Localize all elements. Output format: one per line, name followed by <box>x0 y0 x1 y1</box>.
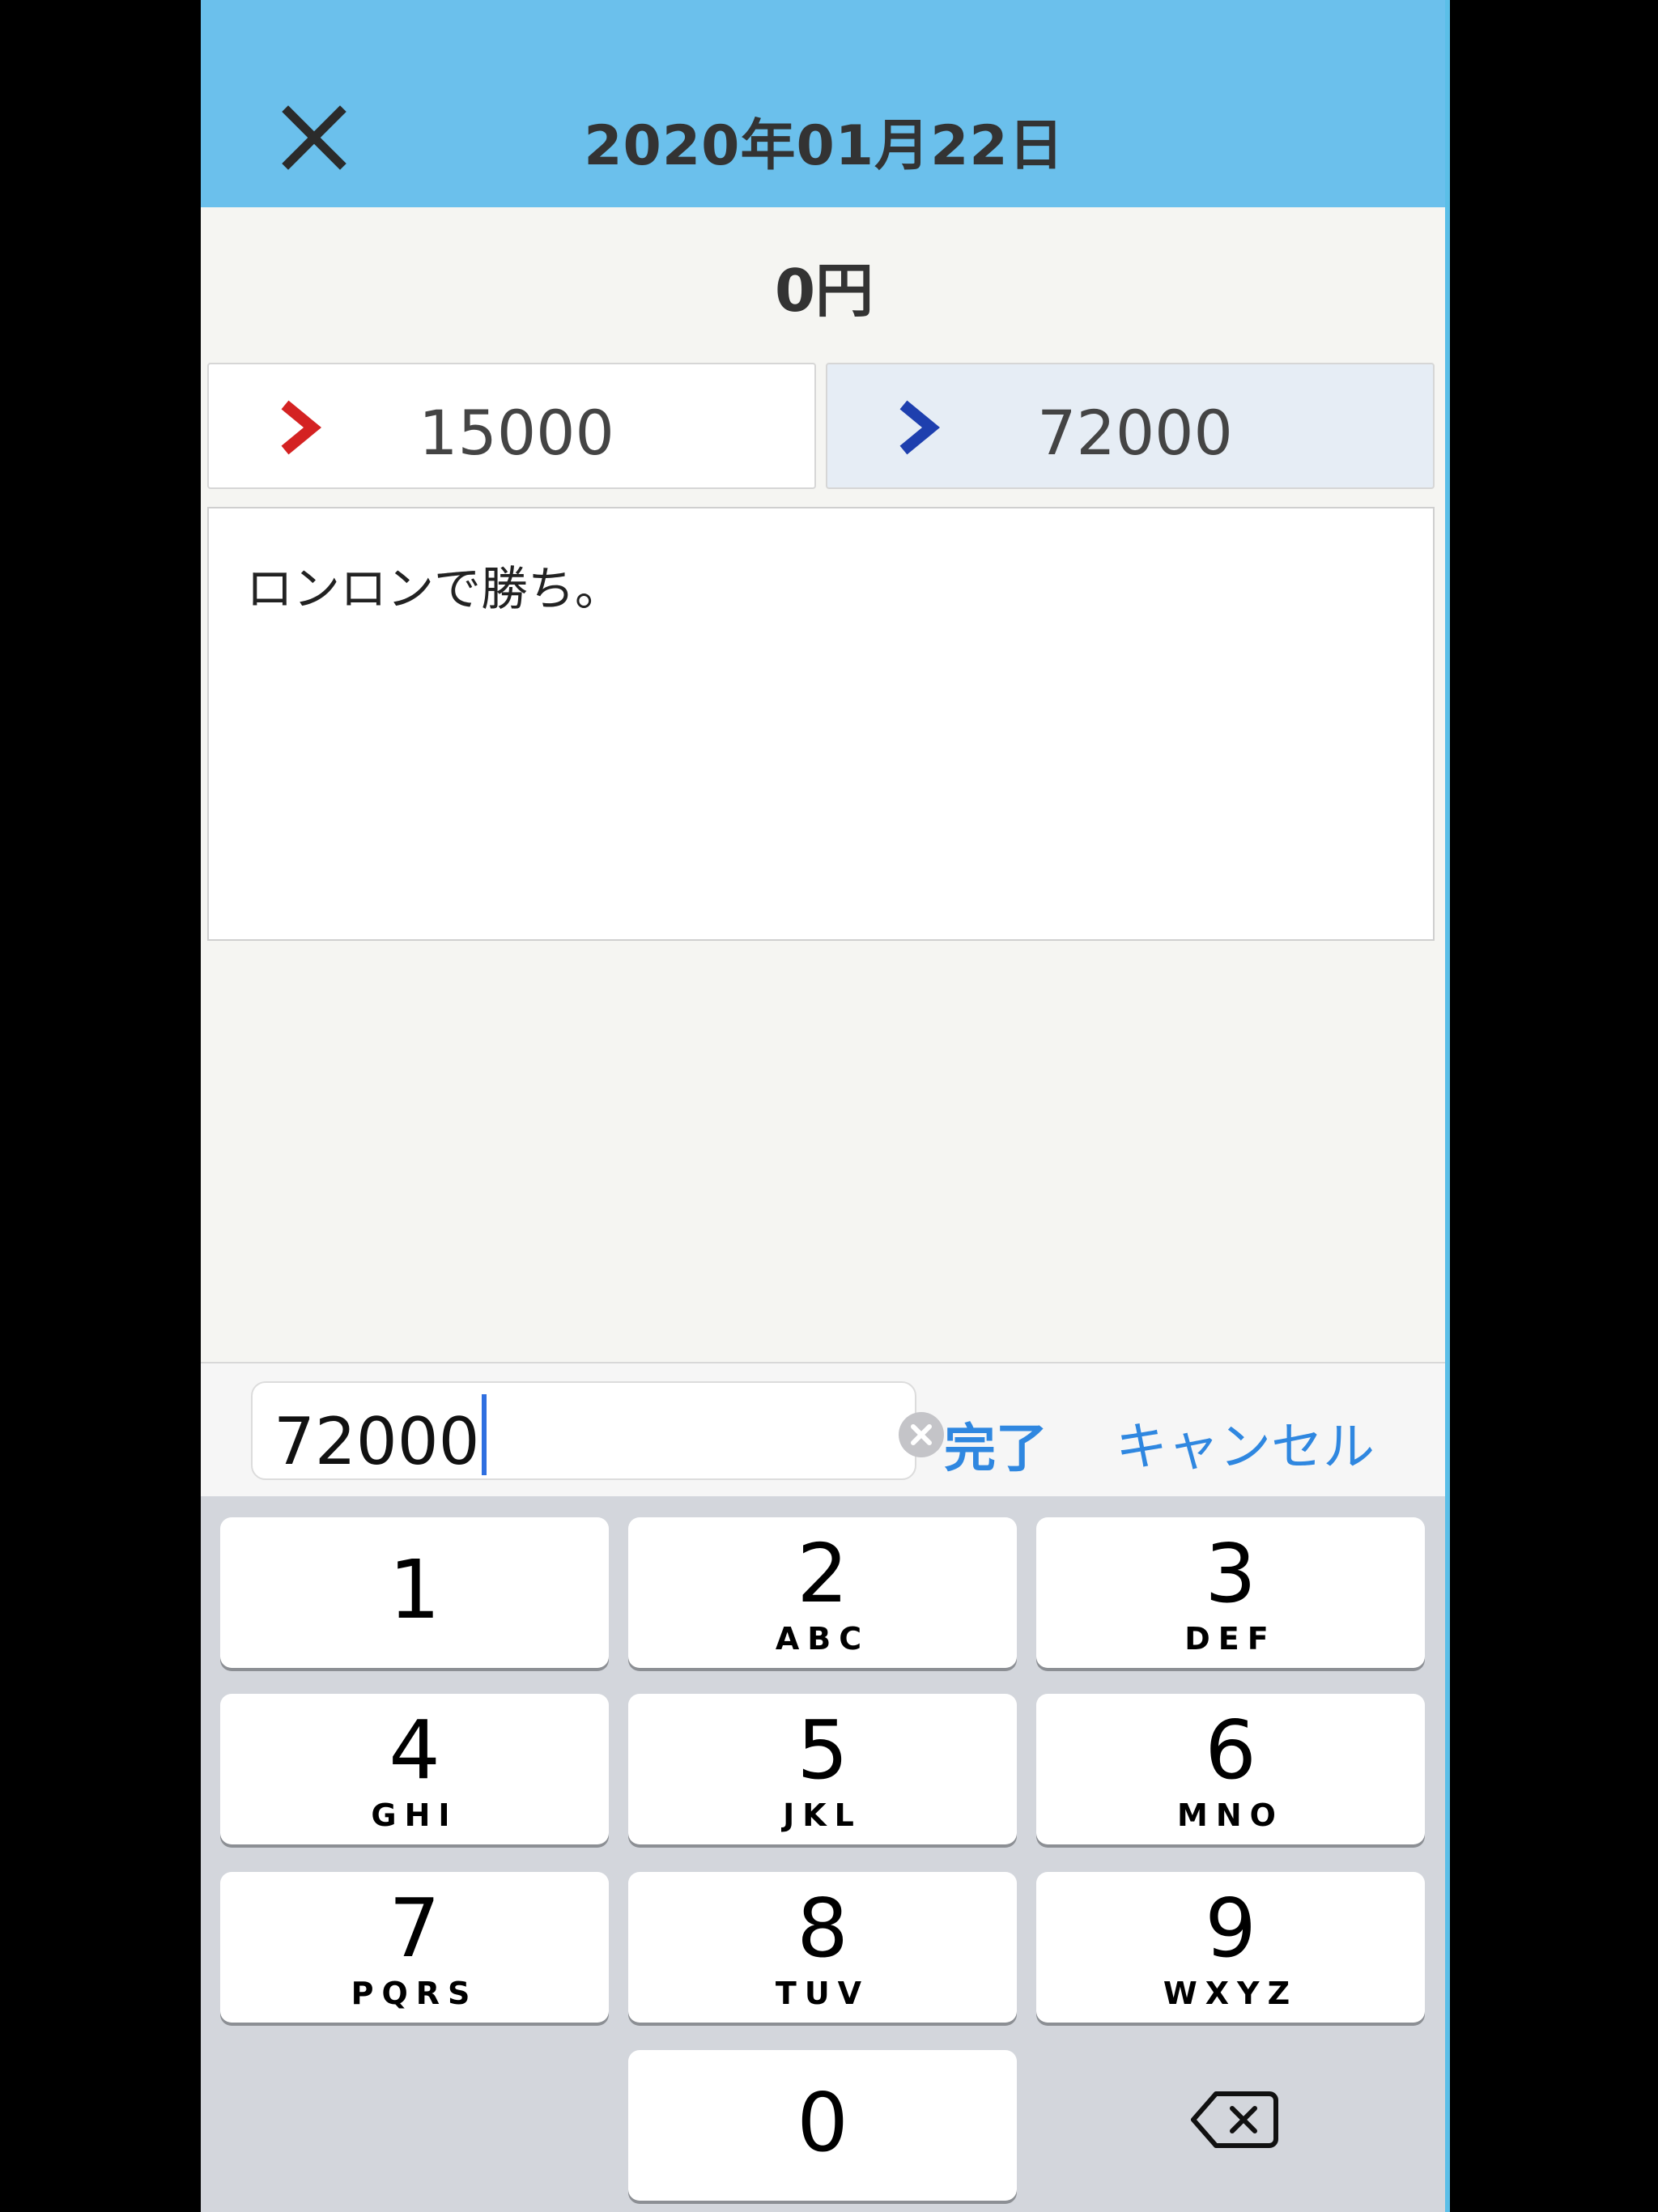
clear-icon <box>899 1412 944 1457</box>
key-0[interactable]: 0 <box>628 2050 1017 2201</box>
memo-textarea[interactable]: ロンロンで勝ち。 <box>207 507 1435 941</box>
key-letters: ABC <box>775 1621 870 1657</box>
amount-field-right[interactable]: 72000 <box>826 363 1435 489</box>
key-3[interactable]: 3 DEF <box>1036 1517 1425 1668</box>
cancel-button[interactable]: キャンセル <box>1116 1406 1375 1480</box>
key-digit: 1 <box>389 1542 440 1637</box>
amount-value-right: 72000 <box>1037 397 1233 469</box>
key-digit: 5 <box>797 1703 848 1797</box>
key-digit: 9 <box>1205 1881 1256 1976</box>
key-digit: 7 <box>389 1881 440 1976</box>
chevron-right-icon <box>274 398 330 457</box>
key-letters: PQRS <box>351 1976 478 2011</box>
key-digit: 3 <box>1205 1526 1256 1621</box>
key-1[interactable]: 1 <box>220 1517 609 1668</box>
screen-edge <box>1445 0 1450 2212</box>
key-letters: MNO <box>1177 1797 1284 1833</box>
key-digit: 0 <box>797 2075 848 2170</box>
number-keypad: 1 2 ABC 3 DEF 4 GHI 5 JKL 6 MNO 7 PQRS 8… <box>201 1496 1448 2212</box>
key-8[interactable]: 8 TUV <box>628 1872 1017 2023</box>
key-6[interactable]: 6 MNO <box>1036 1694 1425 1844</box>
key-9[interactable]: 9 WXYZ <box>1036 1872 1425 2023</box>
backspace-key[interactable] <box>1190 2087 1279 2152</box>
key-7[interactable]: 7 PQRS <box>220 1872 609 2023</box>
key-letters: TUV <box>775 1976 870 2011</box>
page-title: 2020年01月22日 <box>584 114 1065 178</box>
key-5[interactable]: 5 JKL <box>628 1694 1017 1844</box>
key-digit: 4 <box>389 1703 440 1797</box>
number-input-value: 72000 <box>274 1404 480 1479</box>
key-digit: 2 <box>797 1526 848 1621</box>
text-caret <box>481 1394 487 1475</box>
key-4[interactable]: 4 GHI <box>220 1694 609 1844</box>
key-digit: 8 <box>797 1881 848 1976</box>
total-amount: 0円 <box>774 257 874 325</box>
number-input[interactable]: 72000 <box>251 1381 944 1480</box>
key-letters: WXYZ <box>1163 1976 1299 2011</box>
app-screen: 2020年01月22日 0円 15000 72000 ロンロンで勝ち。 7200… <box>201 0 1448 2212</box>
number-input-wrap: 72000 <box>274 1394 487 1479</box>
key-letters: GHI <box>371 1797 458 1833</box>
key-letters: DEF <box>1184 1621 1277 1657</box>
chevron-right-icon <box>892 398 949 457</box>
memo-text: ロンロンで勝ち。 <box>246 561 623 616</box>
key-2[interactable]: 2 ABC <box>628 1517 1017 1668</box>
amount-field-left[interactable]: 15000 <box>207 363 816 489</box>
key-letters: JKL <box>783 1797 862 1833</box>
key-digit: 6 <box>1205 1703 1256 1797</box>
amount-value-left: 15000 <box>419 397 614 469</box>
backspace-icon <box>1191 2091 1278 2148</box>
clear-button[interactable] <box>897 1410 946 1459</box>
keyboard-input-bar: 72000 完了 キャンセル <box>201 1362 1448 1498</box>
done-button[interactable]: 完了 <box>944 1407 1048 1482</box>
header-bar: 2020年01月22日 <box>201 0 1448 207</box>
